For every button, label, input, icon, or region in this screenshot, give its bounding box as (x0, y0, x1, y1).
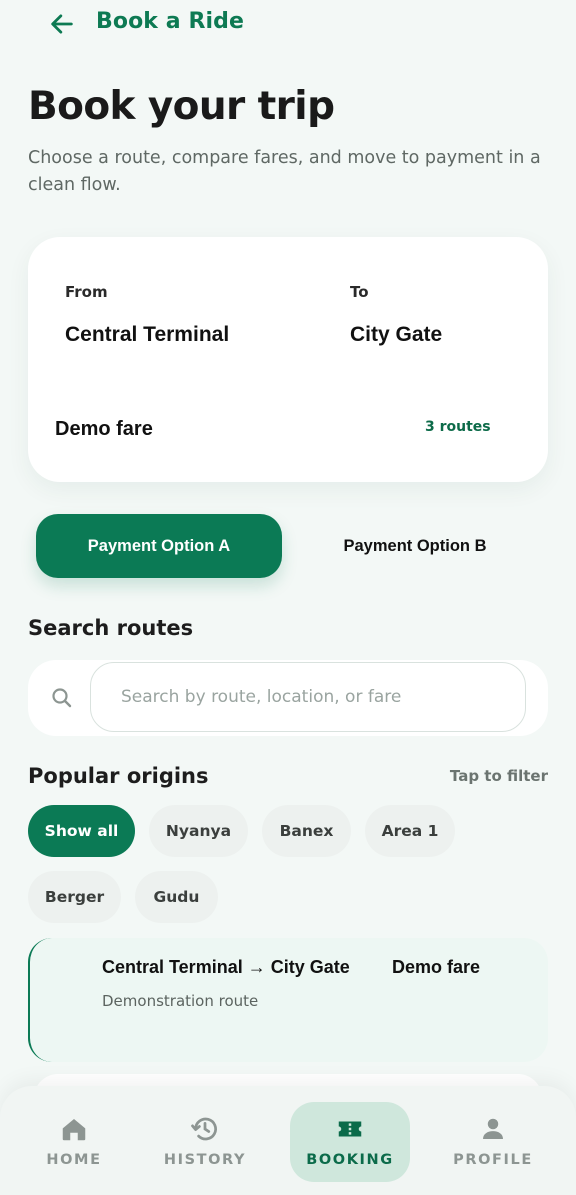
routes-count: 3 routes (425, 419, 491, 435)
chip-banex[interactable]: Banex (262, 805, 351, 857)
to-label: To (350, 283, 369, 301)
payment-option-a-button[interactable]: Payment Option A (36, 514, 282, 578)
bottom-navigation: HOME HISTORY BOOKING PROFILE (0, 1086, 576, 1195)
trip-summary-card: From Central Terminal To City Gate Demo … (28, 237, 548, 482)
search-bar (28, 660, 548, 736)
chip-nyanya[interactable]: Nyanya (149, 805, 248, 857)
filter-hint: Tap to filter (449, 767, 548, 785)
search-routes-heading: Search routes (28, 616, 194, 640)
chip-show-all[interactable]: Show all (28, 805, 135, 857)
route-result-note: Demonstration route (102, 992, 259, 1010)
nav-booking-label: BOOKING (306, 1152, 394, 1168)
payment-option-toggle: Payment Option A Payment Option B (28, 508, 548, 586)
home-icon (62, 1119, 86, 1141)
chip-gudu[interactable]: Gudu (135, 871, 218, 923)
from-label: From (65, 283, 108, 301)
page-subtitle: Choose a route, compare fares, and move … (28, 148, 541, 195)
history-icon (191, 1117, 217, 1141)
to-value[interactable]: City Gate (350, 323, 442, 347)
search-icon (52, 688, 72, 708)
route-result-fare: Demo fare (392, 957, 481, 977)
route-result-card[interactable]: Central Terminal → City Gate Demo fare D… (28, 938, 548, 1062)
nav-home-label: HOME (46, 1152, 102, 1168)
nav-profile[interactable]: PROFILE (433, 1102, 553, 1182)
search-input[interactable] (90, 662, 526, 732)
arrow-left-icon (51, 14, 73, 34)
back-button[interactable] (46, 8, 78, 40)
nav-history-label: HISTORY (163, 1152, 247, 1168)
chip-berger[interactable]: Berger (28, 871, 121, 923)
nav-booking[interactable]: BOOKING (290, 1102, 410, 1182)
nav-profile-label: PROFILE (453, 1152, 533, 1168)
fare-label: Demo fare (55, 418, 153, 440)
page-title: Book your trip (28, 84, 335, 129)
app-bar: Book a Ride (0, 0, 576, 46)
chip-area-1[interactable]: Area 1 (365, 805, 455, 857)
from-value[interactable]: Central Terminal (65, 323, 229, 347)
route-result-title: Central Terminal → City Gate (102, 957, 350, 977)
popular-origins-heading: Popular origins (28, 764, 209, 788)
nav-home[interactable]: HOME (14, 1102, 134, 1182)
app-bar-title: Book a Ride (96, 9, 245, 34)
nav-history[interactable]: HISTORY (145, 1102, 265, 1182)
payment-option-b-button[interactable]: Payment Option B (290, 514, 540, 578)
ticket-icon (338, 1121, 362, 1137)
person-icon (483, 1118, 503, 1139)
